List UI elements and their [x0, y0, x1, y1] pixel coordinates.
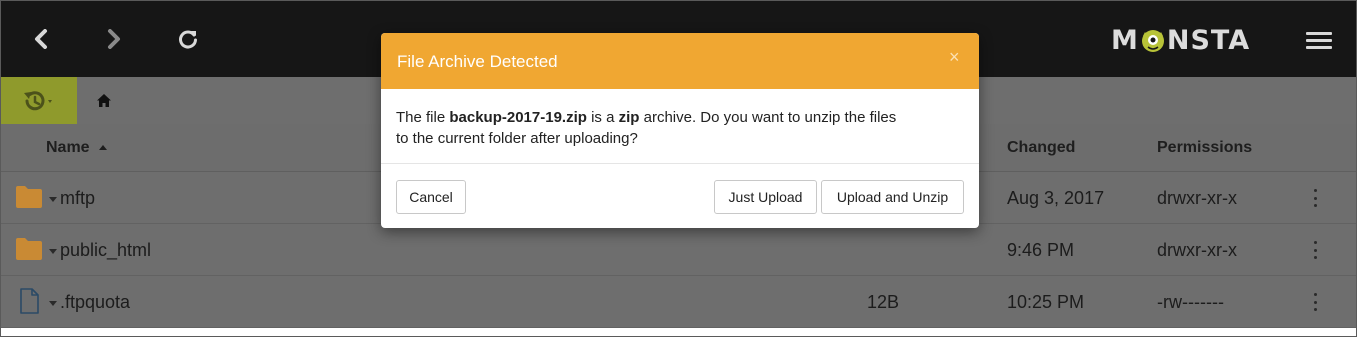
folder-icon	[16, 186, 42, 208]
modal-footer: Cancel Just Upload Upload and Unzip	[381, 163, 979, 228]
file-permissions: -rw-------	[1157, 292, 1224, 312]
app-window: M NSTA Name Changed Permissions mftp Aug…	[0, 0, 1357, 337]
column-header-name-label: Name	[46, 139, 90, 156]
close-icon[interactable]: ×	[949, 48, 960, 66]
row-expand-caret-icon[interactable]	[49, 301, 57, 306]
refresh-button[interactable]	[173, 24, 203, 54]
modal-header: File Archive Detected ×	[381, 33, 979, 89]
archive-filename: backup-2017-19.zip	[449, 109, 587, 126]
history-icon	[24, 90, 52, 110]
file-permissions: drwxr-xr-x	[1157, 188, 1237, 208]
message-text: to the current folder after uploading?	[396, 130, 638, 147]
sort-ascending-icon	[99, 145, 108, 151]
row-expand-caret-icon[interactable]	[49, 197, 57, 202]
message-text: The file	[396, 109, 450, 126]
logo-text-right: NSTA	[1166, 24, 1251, 56]
file-name: mftp	[60, 188, 96, 208]
row-actions-icon[interactable]	[1312, 241, 1318, 259]
file-icon	[20, 288, 39, 314]
archive-detected-modal: File Archive Detected × The file backup-…	[381, 33, 979, 228]
file-changed: Aug 3, 2017	[1007, 188, 1105, 208]
folder-icon	[16, 238, 42, 260]
home-icon	[97, 93, 111, 107]
message-text: is a	[591, 109, 619, 126]
file-changed: 10:25 PM	[1007, 292, 1085, 312]
file-name: public_html	[60, 240, 152, 260]
row-actions-icon[interactable]	[1312, 189, 1318, 207]
history-button[interactable]	[1, 77, 77, 124]
hamburger-menu-icon[interactable]	[1306, 27, 1332, 53]
file-changed: 9:46 PM	[1007, 240, 1075, 260]
table-row[interactable]: public_html 9:46 PM drwxr-xr-x	[1, 224, 1356, 276]
cancel-button[interactable]: Cancel	[396, 180, 466, 214]
modal-title: File Archive Detected	[397, 52, 558, 71]
upload-and-unzip-button[interactable]: Upload and Unzip	[821, 180, 964, 214]
column-header-changed[interactable]: Changed	[1007, 139, 1075, 157]
column-header-name[interactable]: Name	[46, 139, 108, 157]
monster-mascot-icon	[1140, 25, 1166, 55]
column-header-permissions[interactable]: Permissions	[1157, 139, 1252, 157]
table-row[interactable]: .ftpquota 12B 10:25 PM -rw-------	[1, 276, 1356, 328]
logo-text-left: M	[1111, 24, 1139, 56]
row-actions-icon[interactable]	[1312, 293, 1318, 311]
message-text: archive. Do you want to unzip the files	[639, 109, 897, 126]
file-name: .ftpquota	[60, 292, 131, 312]
chevron-right-icon	[108, 29, 120, 49]
just-upload-button[interactable]: Just Upload	[714, 180, 817, 214]
archive-type: zip	[618, 109, 640, 126]
modal-message: The file backup-2017-19.zip is a zip arc…	[396, 107, 956, 149]
forward-button[interactable]	[99, 24, 129, 54]
row-expand-caret-icon[interactable]	[49, 249, 57, 254]
home-button[interactable]	[93, 89, 115, 111]
monsta-logo: M NSTA	[1111, 23, 1250, 57]
file-size: 12B	[867, 292, 900, 312]
refresh-icon	[179, 30, 197, 49]
back-button[interactable]	[26, 24, 56, 54]
file-permissions: drwxr-xr-x	[1157, 240, 1237, 260]
chevron-left-icon	[35, 29, 47, 49]
